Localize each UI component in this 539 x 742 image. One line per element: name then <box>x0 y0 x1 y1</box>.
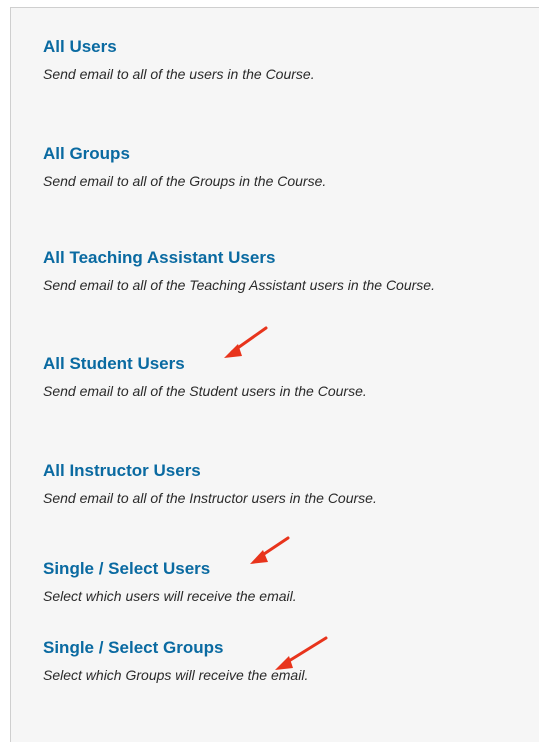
option-all-instructor-users: All Instructor Users Send email to all o… <box>43 461 531 507</box>
all-student-users-link[interactable]: All Student Users <box>43 354 531 374</box>
all-instructor-users-description: Send email to all of the Instructor user… <box>43 490 377 506</box>
option-all-users: All Users Send email to all of the users… <box>43 37 531 83</box>
single-select-users-description: Select which users will receive the emai… <box>43 588 297 604</box>
all-groups-description: Send email to all of the Groups in the C… <box>43 173 327 189</box>
all-users-description: Send email to all of the users in the Co… <box>43 66 315 82</box>
all-users-link[interactable]: All Users <box>43 37 531 57</box>
all-groups-link[interactable]: All Groups <box>43 144 531 164</box>
all-instructor-users-link[interactable]: All Instructor Users <box>43 461 531 481</box>
red-arrow-icon <box>250 536 290 564</box>
all-student-users-description: Send email to all of the Student users i… <box>43 383 367 399</box>
option-all-teaching-assistant-users: All Teaching Assistant Users Send email … <box>43 248 531 294</box>
all-teaching-assistant-users-description: Send email to all of the Teaching Assist… <box>43 277 435 293</box>
red-arrow-icon <box>275 636 328 670</box>
option-all-groups: All Groups Send email to all of the Grou… <box>43 144 531 190</box>
all-teaching-assistant-users-link[interactable]: All Teaching Assistant Users <box>43 248 531 268</box>
email-recipient-panel: All Users Send email to all of the users… <box>10 7 539 742</box>
red-arrow-icon <box>224 326 268 358</box>
option-all-student-users: All Student Users Send email to all of t… <box>43 354 531 400</box>
